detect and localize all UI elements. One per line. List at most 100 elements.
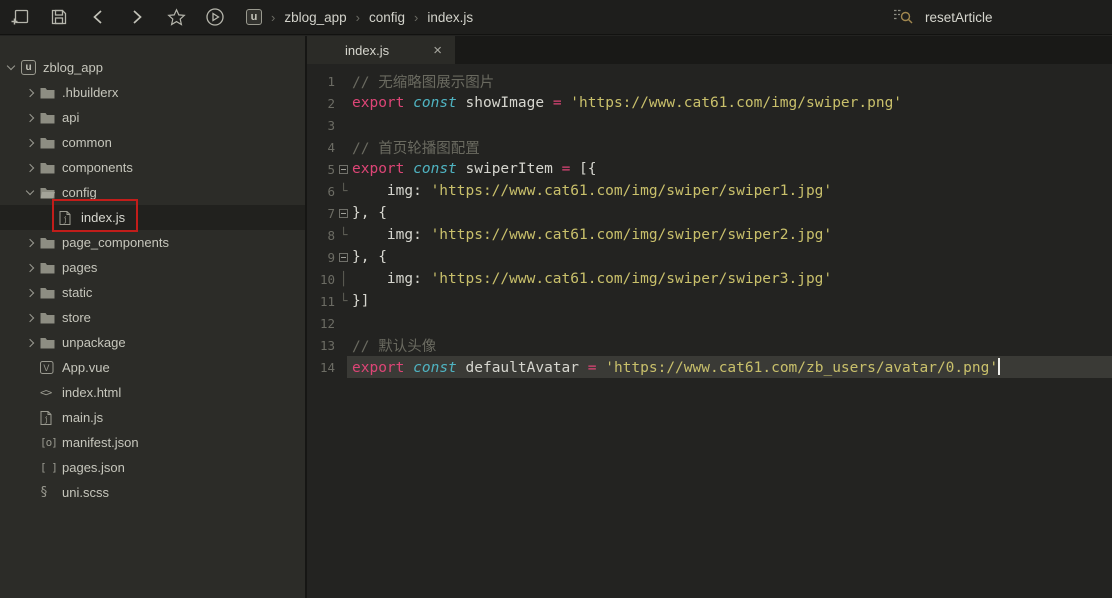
breadcrumb-file[interactable]: index.js [427,10,473,25]
chevron-right-icon[interactable] [26,238,34,246]
chevron-right-icon[interactable] [26,313,34,321]
tree-item-common[interactable]: common [0,130,305,155]
run-button[interactable] [204,5,226,29]
folder-icon [40,287,59,299]
code-line-1[interactable]: 1// 无缩略图展示图片 [307,70,1112,92]
chevron-right-icon[interactable] [26,338,34,346]
chevron-right-icon[interactable] [26,288,34,296]
folder-icon [40,337,59,349]
fold-marker[interactable] [339,253,348,262]
line-number: 12 [307,316,335,331]
favorite-button[interactable] [165,5,187,29]
line-number: 4 [307,140,335,155]
forward-button[interactable] [126,5,148,29]
js-file-icon: j [40,411,59,425]
tree-item-pages[interactable]: pages [0,255,305,280]
tree-item-unpackage[interactable]: unpackage [0,330,305,355]
breadcrumb-folder[interactable]: config [369,10,405,25]
forward-icon [129,8,145,26]
tree-item-page-components[interactable]: page_components [0,230,305,255]
new-project-icon [11,8,30,27]
close-icon[interactable]: × [433,42,442,59]
tree-item--hbuilderx[interactable]: .hbuilderx [0,80,305,105]
chevron-right-icon[interactable] [26,113,34,121]
code-line-8[interactable]: 8└ img: 'https://www.cat61.com/img/swipe… [307,224,1112,246]
line-number: 2 [307,96,335,111]
chevron-down-icon[interactable] [7,62,15,70]
tree-item-app-vue[interactable]: VApp.vue [0,355,305,380]
back-button[interactable] [87,5,109,29]
tree-item-index-js[interactable]: j index.js [0,205,305,230]
code-token: const [413,95,457,111]
chevron-right-icon[interactable] [26,163,34,171]
code-token [579,360,588,376]
indent-guide: │ [335,272,352,287]
code-text: export const defaultAvatar = 'https://ww… [352,358,1112,376]
tree-item-static[interactable]: static [0,280,305,305]
code-text: }, { [352,205,1112,221]
indent-guide: └ [335,228,352,243]
tree-item-pages-json[interactable]: [ ]pages.json [0,455,305,480]
code-token: [{ [579,161,596,177]
tree-item-label: App.vue [62,360,110,375]
code-token: // 无缩略图展示图片 [352,75,494,91]
tree-item-main-js[interactable]: jmain.js [0,405,305,430]
svg-text:j: j [63,215,68,224]
line-number: 9 [307,250,335,265]
code-token: img: [352,271,431,287]
code-token: swiperItem [466,161,553,177]
code-line-12[interactable]: 12 [307,312,1112,334]
tree-item-zblog-app[interactable]: uzblog_app [0,55,305,80]
chevron-right-icon[interactable] [26,88,34,96]
code-token: img: [352,227,431,243]
tree-item-components[interactable]: components [0,155,305,180]
fold-marker[interactable] [339,165,348,174]
code-token [553,161,562,177]
tree-item-manifest-json[interactable]: [o]manifest.json [0,430,305,455]
code-line-2[interactable]: 2export const showImage = 'https://www.c… [307,92,1112,114]
tree-item-uni-scss[interactable]: §uni.scss [0,480,305,505]
code-editor[interactable]: 1// 无缩略图展示图片2export const showImage = 'h… [307,64,1112,598]
chevron-down-icon[interactable] [26,187,34,195]
code-token: export [352,161,404,177]
new-project-button[interactable] [9,5,31,29]
code-line-5[interactable]: 5export const swiperItem = [{ [307,158,1112,180]
code-line-3[interactable]: 3 [307,114,1112,136]
code-token: }, { [352,205,387,221]
tree-item-index-html[interactable]: <>index.html [0,380,305,405]
code-line-6[interactable]: 6└ img: 'https://www.cat61.com/img/swipe… [307,180,1112,202]
tree-item-api[interactable]: api [0,105,305,130]
tree-item-store[interactable]: store [0,305,305,330]
tree-item-label: static [62,285,92,300]
tree-item-label: config [62,185,97,200]
run-icon [205,7,225,27]
chevron-right-icon[interactable] [26,263,34,271]
chevron-right-icon[interactable] [26,138,34,146]
code-token [596,360,605,376]
code-line-7[interactable]: 7}, { [307,202,1112,224]
search-box[interactable]: resetArticle [893,0,993,35]
code-line-11[interactable]: 11└}] [307,290,1112,312]
star-icon [167,8,186,27]
tree-item-label: zblog_app [43,60,103,75]
fold-marker[interactable] [339,209,348,218]
search-icon [893,7,914,29]
breadcrumb-project[interactable]: zblog_app [284,10,346,25]
code-token: export [352,360,404,376]
code-line-4[interactable]: 4// 首页轮播图配置 [307,136,1112,158]
text-cursor [998,358,1000,375]
code-line-13[interactable]: 13// 默认头像 [307,334,1112,356]
tree-item-label: index.js [81,210,125,225]
line-number: 14 [307,360,335,375]
tree-item-label: components [62,160,133,175]
search-value: resetArticle [925,10,993,25]
code-token: 'https://www.cat61.com/zb_users/avatar/0… [605,360,998,376]
tree-item-config[interactable]: config [0,180,305,205]
code-line-9[interactable]: 9}, { [307,246,1112,268]
save-button[interactable] [48,5,70,29]
tab-index-js[interactable]: index.js × [307,36,455,64]
code-line-10[interactable]: 10│ img: 'https://www.cat61.com/img/swip… [307,268,1112,290]
code-text: // 无缩略图展示图片 [352,71,1112,92]
code-line-14[interactable]: 14 export const defaultAvatar = 'https://… [307,356,1112,378]
line-number: 5 [307,162,335,177]
